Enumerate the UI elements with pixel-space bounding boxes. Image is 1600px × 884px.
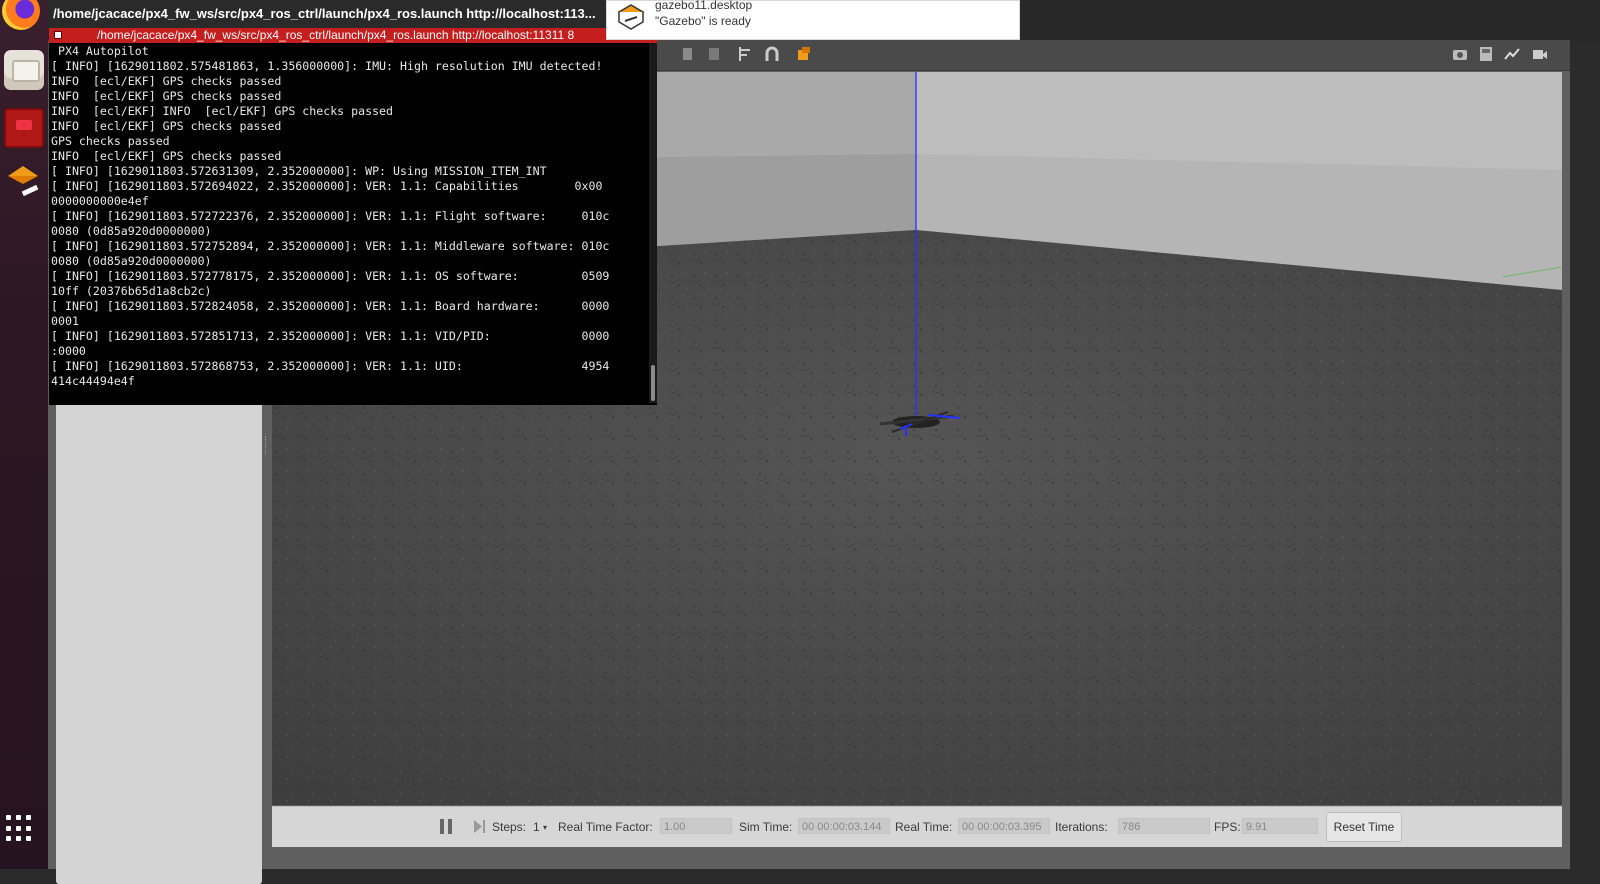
steps-value[interactable]: 1 bbox=[533, 820, 540, 834]
steps-label: Steps: bbox=[492, 820, 527, 834]
screenshot-icon[interactable] bbox=[1452, 46, 1468, 62]
terminal-line: [ INFO] [1629011803.572694022, 2.3520000… bbox=[51, 179, 603, 193]
align-icon[interactable] bbox=[738, 46, 754, 62]
snap-icon[interactable] bbox=[764, 46, 780, 62]
terminal-line: PX4 Autopilot bbox=[51, 44, 149, 58]
terminal-line: [ INFO] [1629011803.572752894, 2.3520000… bbox=[51, 239, 610, 253]
gazebo-time-panel: Steps: 1 ▾ Real Time Factor: 1.00 Sim Ti… bbox=[272, 806, 1562, 847]
terminal-output[interactable]: PX4 Autopilot[ INFO] [1629011802.5754818… bbox=[51, 44, 647, 402]
terminal-line: INFO [ecl/EKF] INFO [ecl/EKF] GPS checks… bbox=[51, 104, 394, 118]
apps-grid-icon[interactable] bbox=[6, 815, 34, 843]
notification-body: "Gazebo" is ready bbox=[655, 14, 751, 28]
terminal-line: [ INFO] [1629011803.572631309, 2.3520000… bbox=[51, 164, 547, 178]
rviz-icon[interactable] bbox=[4, 108, 44, 148]
sim-time-label: Sim Time: bbox=[739, 820, 793, 834]
terminal-line: 0080 (0d85a920d0000000) bbox=[51, 254, 212, 268]
step-icon[interactable] bbox=[472, 819, 486, 834]
terminal-line: INFO [ecl/EKF] GPS checks passed bbox=[51, 119, 282, 133]
log-icon[interactable] bbox=[1478, 46, 1494, 62]
paste-icon[interactable] bbox=[706, 46, 722, 62]
sim-time-field: 00 00:00:03.144 bbox=[798, 818, 890, 834]
terminal-line: 10ff (20376b65d1a8cb2c) bbox=[51, 284, 212, 298]
terminal-line: INFO [ecl/EKF] GPS checks passed bbox=[51, 74, 282, 88]
video-icon[interactable] bbox=[1532, 46, 1548, 62]
firefox-icon[interactable] bbox=[2, 0, 40, 30]
terminal-line: 0000000000e4ef bbox=[51, 194, 149, 208]
terminal-line: 414c44494e4f bbox=[51, 374, 135, 388]
iterations-label: Iterations: bbox=[1055, 820, 1108, 834]
terminal-line: 0001 bbox=[51, 314, 79, 328]
pause-button[interactable] bbox=[440, 819, 452, 834]
files-icon[interactable] bbox=[4, 50, 44, 90]
terminal-tab-icon bbox=[54, 31, 62, 39]
terminal-line: :0000 bbox=[51, 344, 86, 358]
terminal-line: INFO [ecl/EKF] GPS checks passed bbox=[51, 149, 282, 163]
fps-field: 9.91 bbox=[1242, 818, 1318, 834]
terminal-line: [ INFO] [1629011803.572722376, 2.3520000… bbox=[51, 209, 610, 223]
iterations-field: 786 bbox=[1118, 818, 1210, 834]
rtf-label: Real Time Factor: bbox=[558, 820, 653, 834]
terminal-scrollbar[interactable] bbox=[649, 43, 657, 403]
reset-time-button[interactable]: Reset Time bbox=[1326, 812, 1402, 842]
terminal-tab-label: /home/jcacace/px4_fw_ws/src/px4_ros_ctrl… bbox=[97, 28, 575, 42]
terminal-line: GPS checks passed bbox=[51, 134, 170, 148]
steps-spin-icon[interactable]: ▾ bbox=[543, 823, 547, 832]
terminal-line: [ INFO] [1629011803.572851713, 2.3520000… bbox=[51, 329, 610, 343]
terminal-line: [ INFO] [1629011803.572868753, 2.3520000… bbox=[51, 359, 610, 373]
terminal-title[interactable]: /home/jcacace/px4_fw_ws/src/px4_ros_ctrl… bbox=[49, 0, 657, 28]
terminal-line: [ INFO] [1629011803.572778175, 2.3520000… bbox=[51, 269, 610, 283]
gazebo-notification-icon bbox=[617, 4, 645, 30]
real-time-label: Real Time: bbox=[895, 820, 953, 834]
terminal-window[interactable]: /home/jcacace/px4_fw_ws/src/px4_ros_ctrl… bbox=[49, 0, 657, 405]
fps-label: FPS: bbox=[1214, 820, 1241, 834]
terminal-line: INFO [ecl/EKF] GPS checks passed bbox=[51, 89, 282, 103]
real-time-field: 00 00:00:03.395 bbox=[958, 818, 1050, 834]
notification-popup[interactable]: gazebo11.desktop "Gazebo" is ready bbox=[606, 0, 1020, 40]
panel-splitter[interactable] bbox=[265, 436, 268, 454]
terminal-line: 0080 (0d85a920d0000000) bbox=[51, 224, 212, 238]
terminal-line: [ INFO] [1629011802.575481863, 1.3560000… bbox=[51, 59, 603, 73]
orange-tool-icon[interactable] bbox=[796, 46, 812, 62]
copy-icon[interactable] bbox=[680, 46, 696, 62]
plot-icon[interactable] bbox=[1504, 46, 1520, 62]
rtf-field: 1.00 bbox=[660, 818, 732, 834]
gazebo-icon[interactable] bbox=[4, 166, 44, 206]
ubuntu-dock bbox=[0, 0, 48, 869]
terminal-tab[interactable]: /home/jcacace/px4_fw_ws/src/px4_ros_ctrl… bbox=[49, 28, 657, 43]
terminal-line: [ INFO] [1629011803.572824058, 2.3520000… bbox=[51, 299, 610, 313]
notification-title: gazebo11.desktop bbox=[655, 0, 753, 12]
